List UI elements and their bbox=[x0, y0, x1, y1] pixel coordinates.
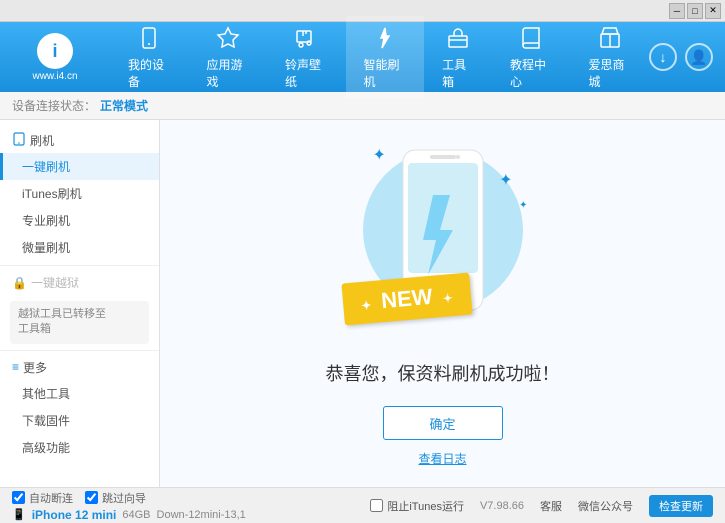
main-content: 刷机 一键刷机 iTunes刷机 专业刷机 微量刷机 🔒 一键越狱 越狱工具已转… bbox=[0, 120, 725, 487]
sidebar-item-download-firmware[interactable]: 下载固件 bbox=[0, 407, 159, 434]
lock-icon: 🔒 bbox=[12, 276, 27, 290]
logo-icon: i bbox=[37, 33, 73, 69]
bottom-right: 阻止iTunes运行 V7.98.66 客服 微信公众号 检查更新 bbox=[370, 495, 713, 517]
version-label: V7.98.66 bbox=[480, 500, 524, 512]
device-phone-icon: 📱 bbox=[12, 508, 26, 521]
smart-flash-icon bbox=[371, 24, 399, 52]
nav-right: ↓ 👤 bbox=[649, 43, 725, 71]
status-label: 设备连接状态： bbox=[12, 97, 96, 114]
itunes-stop: 阻止iTunes运行 bbox=[370, 498, 464, 514]
bottom-left: 自动断连 跳过向导 📱 iPhone 12 mini 64GB Down-12m… bbox=[12, 490, 246, 522]
svg-text:i: i bbox=[52, 41, 57, 61]
customer-service-link[interactable]: 客服 bbox=[540, 498, 562, 514]
itunes-stop-checkbox[interactable] bbox=[370, 499, 383, 512]
download-button[interactable]: ↓ bbox=[649, 43, 677, 71]
ringtones-icon bbox=[292, 24, 320, 52]
nav-item-community[interactable]: 爱思商城 bbox=[570, 16, 649, 98]
more-section-label: 更多 bbox=[23, 359, 47, 376]
user-button[interactable]: 👤 bbox=[685, 43, 713, 71]
nav-label-community: 爱思商城 bbox=[588, 56, 631, 90]
apps-games-icon bbox=[214, 24, 242, 52]
sidebar-section-jailbreak: 🔒 一键越狱 bbox=[0, 270, 159, 295]
minimize-button[interactable]: ─ bbox=[669, 3, 685, 19]
device-model: Down-12mini-13,1 bbox=[157, 509, 246, 521]
phone-illustration: ✦ ✦ ✦ NEW bbox=[343, 140, 543, 340]
secondary-link[interactable]: 查看日志 bbox=[418, 450, 466, 467]
nav-item-toolbox[interactable]: 工具箱 bbox=[424, 16, 492, 98]
skip-wizard-checkbox[interactable]: 跳过向导 bbox=[85, 490, 146, 506]
device-info: 📱 iPhone 12 mini 64GB Down-12mini-13,1 bbox=[12, 508, 246, 522]
maximize-button[interactable]: □ bbox=[687, 3, 703, 19]
auto-close-checkbox[interactable]: 自动断连 bbox=[12, 490, 73, 506]
sparkle-3: ✦ bbox=[519, 200, 527, 211]
sparkle-1: ✦ bbox=[373, 145, 386, 165]
close-button[interactable]: ✕ bbox=[705, 3, 721, 19]
auto-close-label: 自动断连 bbox=[29, 490, 73, 506]
wechat-public-link[interactable]: 微信公众号 bbox=[578, 498, 633, 514]
toolbox-icon bbox=[444, 24, 472, 52]
nav-items: 我的设备 应用游戏 铃声壁纸 智能刷机 工具箱 bbox=[110, 16, 649, 98]
window-controls: ─ □ ✕ bbox=[669, 3, 721, 19]
nav-item-smart-flash[interactable]: 智能刷机 bbox=[346, 16, 425, 98]
more-section-icon: ≡ bbox=[12, 360, 19, 374]
device-name: iPhone 12 mini bbox=[32, 508, 117, 522]
nav-label-tutorial: 教程中心 bbox=[510, 56, 553, 90]
itunes-stop-label: 阻止iTunes运行 bbox=[387, 498, 464, 514]
sidebar-item-other-tools[interactable]: 其他工具 bbox=[0, 380, 159, 407]
tutorial-icon bbox=[517, 24, 545, 52]
nav-item-my-device[interactable]: 我的设备 bbox=[110, 16, 189, 98]
sidebar-divider-1 bbox=[0, 265, 159, 266]
success-text: 恭喜您，保资料刷机成功啦！ bbox=[326, 360, 560, 386]
sidebar-section-more: ≡ 更多 bbox=[0, 355, 159, 380]
logo-area: i www.i4.cn bbox=[0, 33, 110, 82]
confirm-button[interactable]: 确定 bbox=[383, 406, 503, 440]
logo-url: www.i4.cn bbox=[32, 71, 77, 82]
nav-label-my-device: 我的设备 bbox=[128, 56, 171, 90]
sidebar-item-one-click-flash[interactable]: 一键刷机 bbox=[0, 153, 159, 180]
sidebar-item-itunes-flash[interactable]: iTunes刷机 bbox=[0, 180, 159, 207]
bottom-controls: 自动断连 跳过向导 📱 iPhone 12 mini 64GB Down-12m… bbox=[12, 490, 246, 522]
nav-label-smart-flash: 智能刷机 bbox=[364, 56, 407, 90]
nav-label-apps-games: 应用游戏 bbox=[207, 56, 250, 90]
sidebar-item-pro-flash[interactable]: 专业刷机 bbox=[0, 207, 159, 234]
sidebar-section-flash: 刷机 bbox=[0, 128, 159, 153]
device-storage: 64GB bbox=[122, 509, 150, 521]
sidebar-item-advanced[interactable]: 高级功能 bbox=[0, 434, 159, 461]
nav-item-ringtones[interactable]: 铃声壁纸 bbox=[267, 16, 346, 98]
nav-label-ringtones: 铃声壁纸 bbox=[285, 56, 328, 90]
sparkle-2: ✦ bbox=[499, 170, 512, 190]
status-value: 正常模式 bbox=[100, 97, 148, 114]
new-badge: NEW bbox=[341, 273, 472, 326]
auto-close-input[interactable] bbox=[12, 491, 25, 504]
bottom-bar: 自动断连 跳过向导 📱 iPhone 12 mini 64GB Down-12m… bbox=[0, 487, 725, 523]
jailbreak-section-label: 一键越狱 bbox=[31, 274, 79, 291]
nav-item-apps-games[interactable]: 应用游戏 bbox=[189, 16, 268, 98]
my-device-icon bbox=[135, 24, 163, 52]
community-icon bbox=[596, 24, 624, 52]
flash-section-label: 刷机 bbox=[30, 132, 54, 149]
sidebar-divider-2 bbox=[0, 350, 159, 351]
nav-label-toolbox: 工具箱 bbox=[442, 56, 474, 90]
sidebar: 刷机 一键刷机 iTunes刷机 专业刷机 微量刷机 🔒 一键越狱 越狱工具已转… bbox=[0, 120, 160, 487]
nav-item-tutorial[interactable]: 教程中心 bbox=[492, 16, 571, 98]
content-area: ✦ ✦ ✦ NEW 恭喜您，保资料刷机成功啦 bbox=[160, 120, 725, 487]
skip-wizard-input[interactable] bbox=[85, 491, 98, 504]
jailbreak-notice: 越狱工具已转移至工具箱 bbox=[10, 301, 149, 344]
flash-section-icon bbox=[12, 132, 26, 149]
sidebar-item-micro-flash[interactable]: 微量刷机 bbox=[0, 234, 159, 261]
skip-wizard-label: 跳过向导 bbox=[102, 490, 146, 506]
check-update-button[interactable]: 检查更新 bbox=[649, 495, 713, 517]
top-nav: i www.i4.cn 我的设备 应用游戏 铃声壁纸 bbox=[0, 22, 725, 92]
